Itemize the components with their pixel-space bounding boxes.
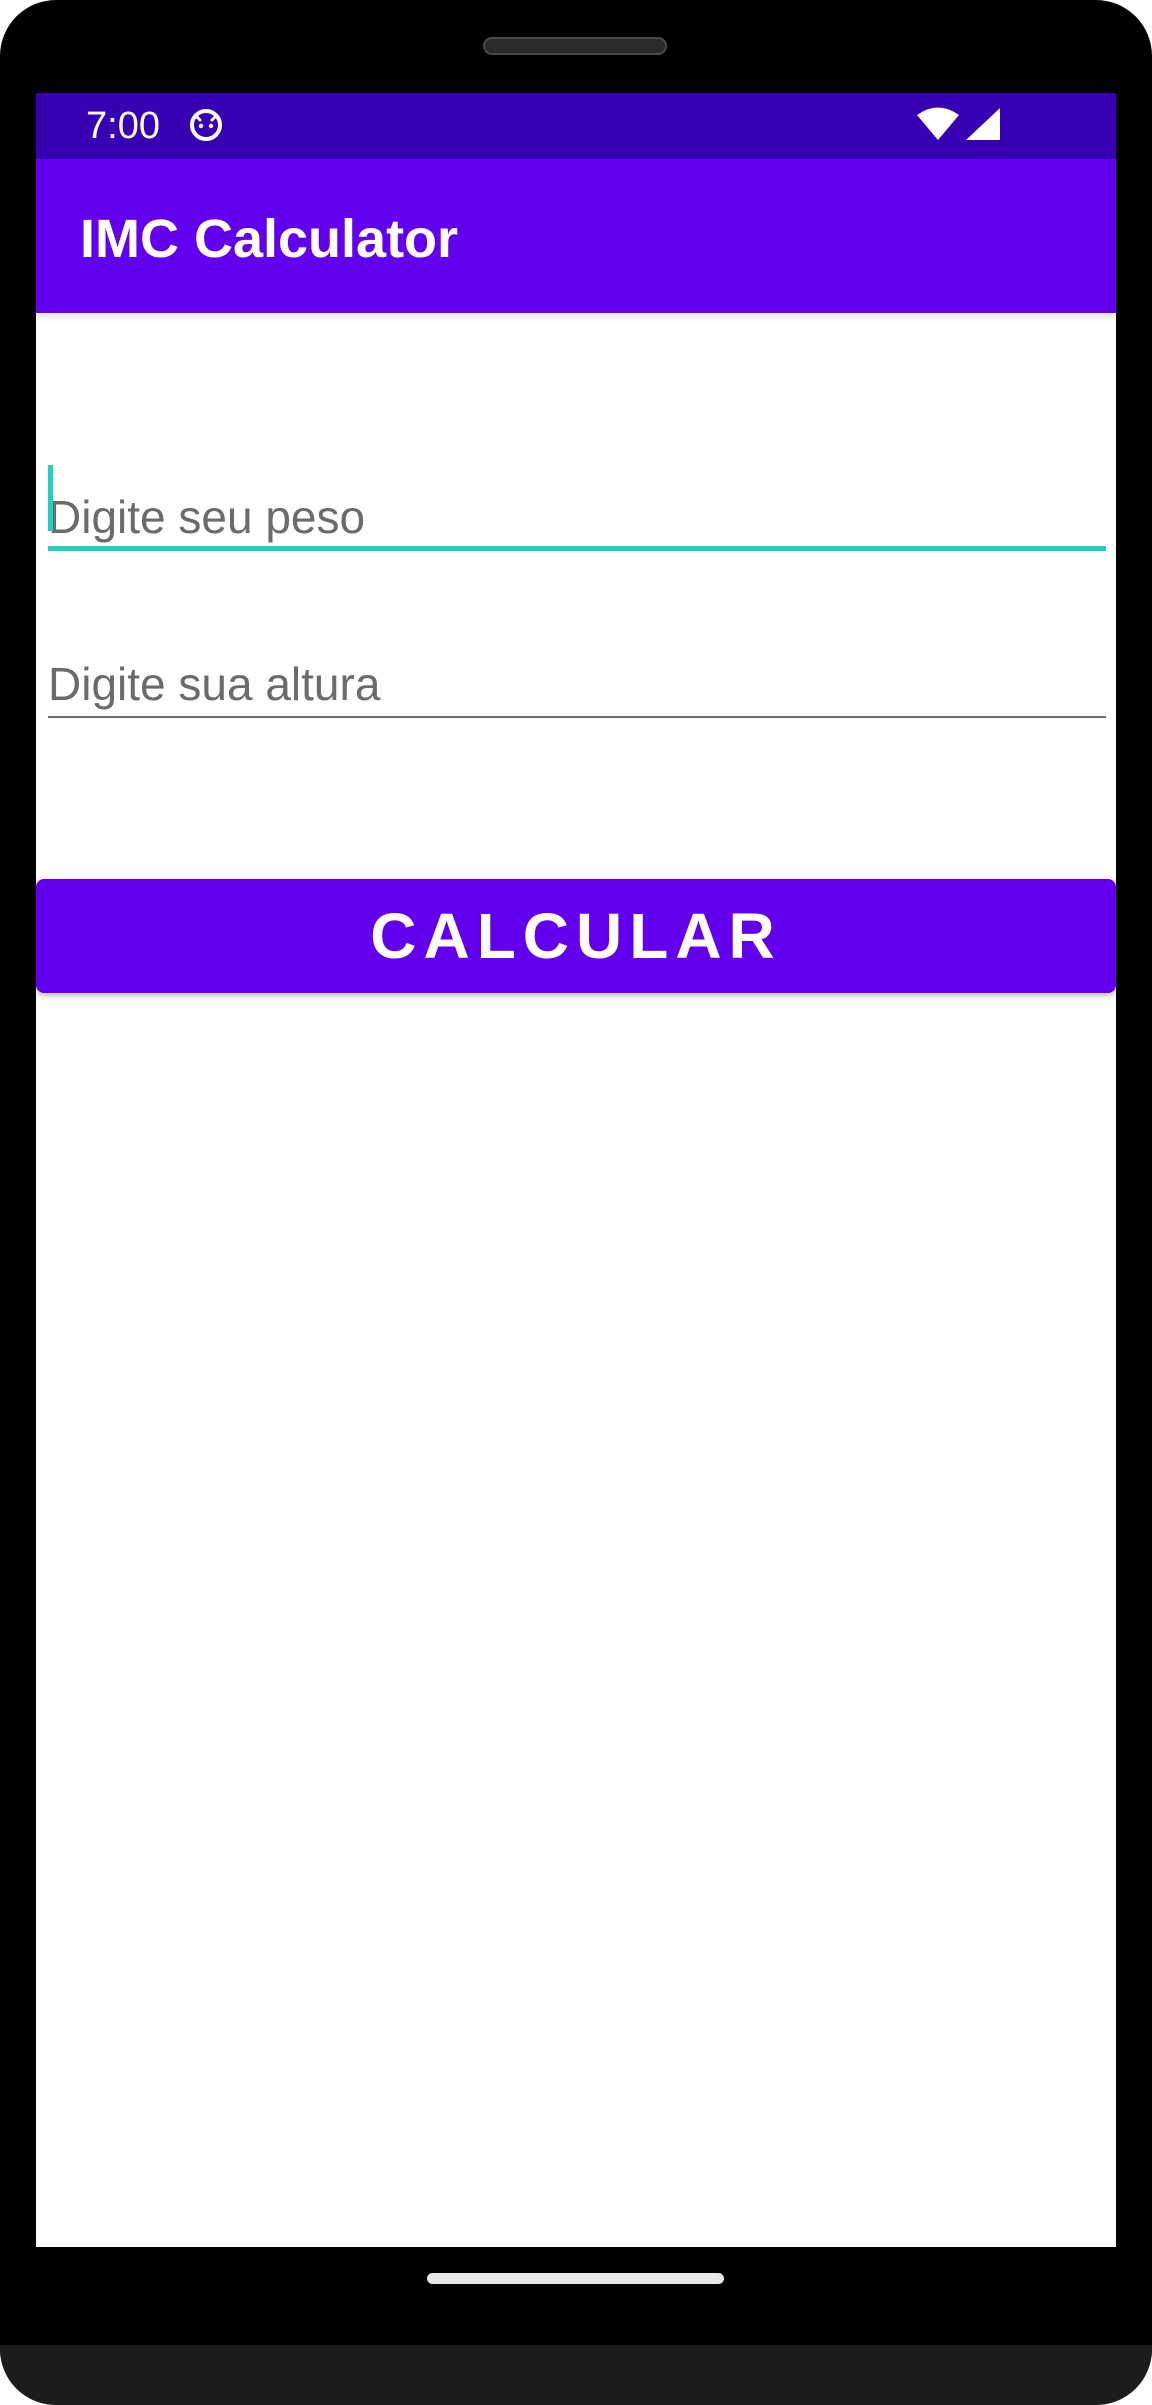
weight-field[interactable] [48, 463, 1106, 561]
home-indicator[interactable] [427, 2273, 724, 2284]
height-field-underline [48, 716, 1106, 718]
weight-field-underline [48, 546, 1106, 551]
earpiece-speaker [483, 37, 667, 55]
calculate-button[interactable]: CALCULAR [36, 879, 1116, 993]
android-notification-icon [190, 109, 222, 141]
app-bar: IMC Calculator [36, 159, 1116, 313]
text-cursor [48, 465, 53, 531]
status-time: 7:00 [86, 105, 160, 147]
wifi-icon [917, 107, 959, 140]
app-title: IMC Calculator [80, 209, 459, 269]
status-bar: 7:00 [36, 93, 1116, 159]
height-input[interactable] [48, 630, 1106, 728]
height-field[interactable] [48, 630, 1106, 728]
phone-frame: 7:00 IMC Calculator Digite seu peso Digi… [0, 0, 1152, 2405]
phone-bottom-bezel [0, 2345, 1152, 2405]
app-screen: 7:00 IMC Calculator Digite seu peso Digi… [36, 93, 1116, 2247]
cellular-signal-icon [966, 108, 1000, 140]
